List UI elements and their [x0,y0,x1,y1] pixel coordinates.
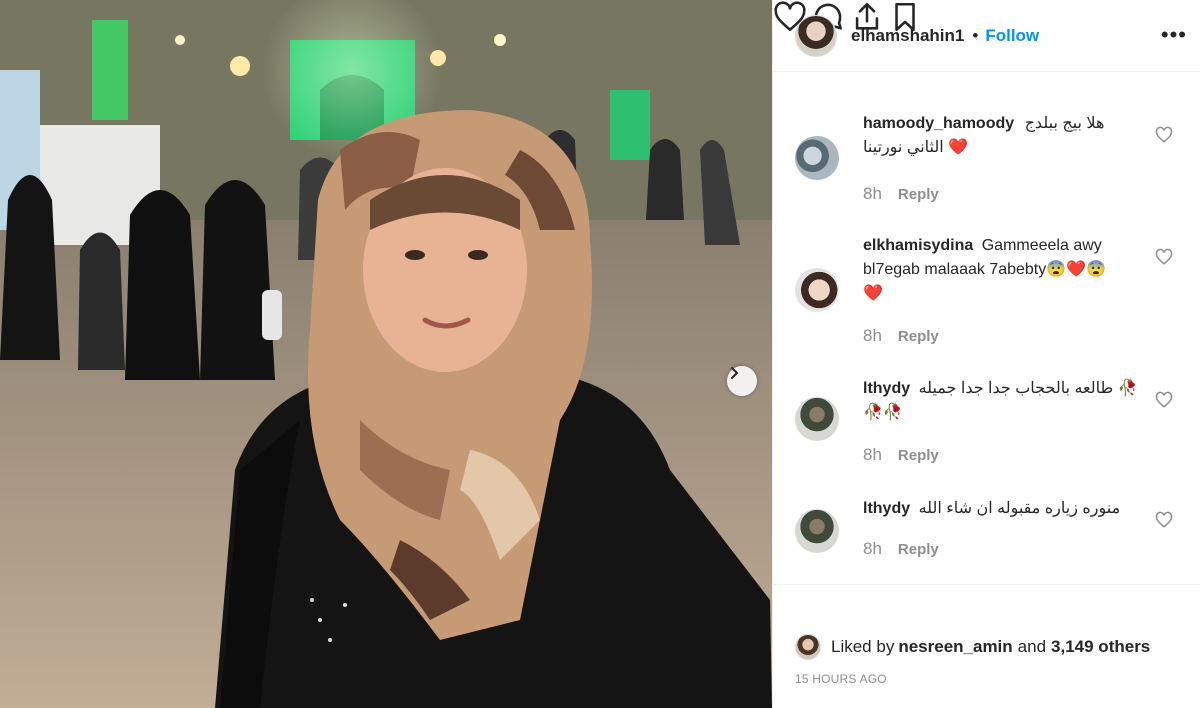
comment-text: منوره زياره مقبوله ان شاء الله [918,500,1121,517]
comment-username[interactable]: hamoody_hamoody [863,115,1014,132]
liker-username[interactable]: nesreen_amin [898,637,1012,657]
reply-button[interactable]: Reply [898,541,939,559]
post-header: elhamshahin1 • Follow ••• [773,0,1200,72]
commenter-avatar[interactable] [795,268,839,312]
reply-button[interactable]: Reply [898,447,939,465]
comment-text: طالعه بالحجاب جدا جدا جميله 🥀 [918,380,1138,397]
comment-time: 8h [863,326,882,345]
likes-and: and [1017,637,1047,656]
commenter-avatar[interactable] [795,397,839,441]
likes-count-link[interactable]: 3,149 others [1051,637,1150,657]
comments-list[interactable]: hamoody_hamoody هلا بيج ببلدج الثاني نور… [773,72,1200,584]
comment-username[interactable]: lthydy [863,500,910,517]
comment-text-continued: bl7egab malaaak 7abebty😨❤️😨 [863,261,1107,278]
carousel-next-button[interactable] [727,366,757,396]
comment-text-continued: الثاني نورتينا ❤️ [863,139,969,156]
comment-time: 8h [863,539,882,558]
author-username[interactable]: elhamshahin1 [851,26,964,46]
author-avatar[interactable] [795,14,837,57]
heart-icon[interactable] [1155,391,1173,409]
follow-button[interactable]: Follow [985,26,1039,46]
post-side-panel: elhamshahin1 • Follow ••• hamoody_hamood… [772,0,1200,708]
commenter-avatar[interactable] [795,509,839,553]
likes-summary: Liked by nesreen_amin and 3,149 others [795,634,1150,660]
comment-text: هلا بيج ببلدج [1024,115,1105,132]
comment-item: lthydy منوره زياره مقبوله ان شاء الله 8h… [773,497,1200,577]
comment-item: elkhamisydina Gammeeela awy bl7egab mala… [773,234,1200,364]
liker-avatar[interactable] [795,634,821,660]
comment-username[interactable]: elkhamisydina [863,237,973,254]
comment-username[interactable]: lthydy [863,380,910,397]
comment-time: 8h [863,445,882,464]
separator-dot: • [972,25,979,45]
comment-text-continued: ❤️ [863,285,883,302]
comment-text-continued: 🥀🥀 [863,404,903,421]
comment-time: 8h [863,184,882,203]
post-timestamp[interactable]: 15 HOURS AGO [795,672,887,686]
reply-button[interactable]: Reply [898,328,939,346]
reply-button[interactable]: Reply [898,186,939,204]
comment-text: Gammeeela awy [981,237,1102,254]
heart-icon[interactable] [1155,126,1173,144]
heart-icon[interactable] [1155,248,1173,266]
photo-illustration [0,0,772,708]
liked-by-prefix: Liked by [831,637,895,656]
heart-icon[interactable] [1155,511,1173,529]
comment-item: lthydy طالعه بالحجاب جدا جدا جميله 🥀 🥀🥀 … [773,377,1200,477]
more-options-button[interactable]: ••• [1161,22,1187,48]
post-photo[interactable] [0,0,772,708]
comment-item: hamoody_hamoody هلا بيج ببلدج الثاني نور… [773,112,1200,212]
commenter-avatar[interactable] [795,136,839,180]
